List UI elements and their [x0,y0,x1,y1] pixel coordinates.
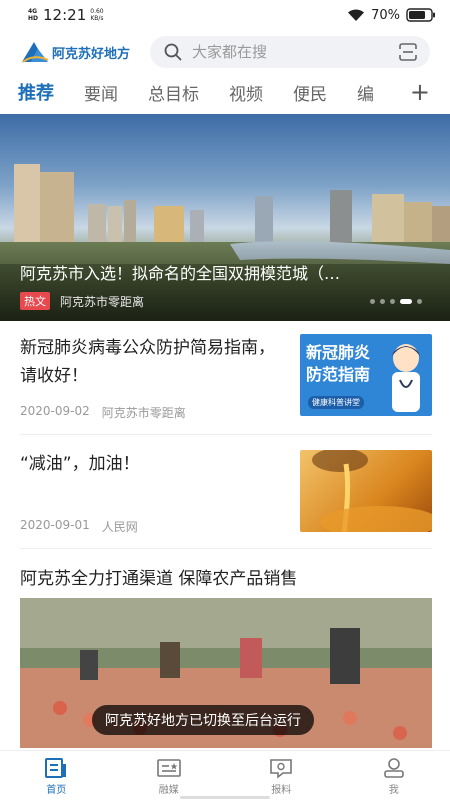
thumbnail-line-1: 新冠肺炎 [306,343,371,362]
carousel-dot[interactable] [417,299,422,304]
carousel-dots [370,299,422,304]
clock: 12:21 [43,6,87,24]
net-speed-unit: KB/s [90,15,104,22]
logo-mark-icon [22,42,49,63]
channel-tabs: 推荐 要闻 总目标 视频 便民 编 + [0,72,450,112]
tab-general-goals[interactable]: 总目标 [148,80,199,105]
thumbnail-text: 新冠肺炎 防范指南 [306,342,370,386]
hero-meta: 热文 阿克苏市零距离 [20,292,144,310]
logo-text: 阿克苏好地方 [52,46,131,62]
news-item[interactable]: 新冠肺炎病毒公众防护简易指南，请收好！ 2020-09-02 阿克苏市零距离 新… [20,334,432,424]
profile-icon [383,758,404,778]
report-icon [270,759,293,779]
net-speed-value: 0.60 [90,8,104,15]
hero-title[interactable]: 阿克苏市入选！拟命名的全国双拥模范城（… [20,260,430,284]
app-header: 阿克苏好地方 [0,34,450,70]
tab-partial[interactable]: 编 [357,80,374,105]
background-toast: 阿克苏好地方已切换至后台运行 [92,705,314,735]
nav-report[interactable]: 报料 [225,751,338,800]
carousel-dot[interactable] [380,299,385,304]
search-bar[interactable] [150,36,430,68]
divider [20,434,432,435]
nav-report-label: 报料 [271,785,292,796]
news-source: 人民网 [101,520,138,534]
nav-media-label: 融媒 [158,785,179,796]
news-source: 阿克苏市零距离 [101,406,186,420]
network-type: 4G [28,8,38,15]
nav-media[interactable]: 融媒 [113,751,226,800]
home-indicator[interactable] [180,796,270,799]
nav-profile[interactable]: 我 [338,751,450,800]
doctor-illustration [392,344,420,412]
app-logo[interactable]: 阿克苏好地方 [20,40,130,64]
wifi-icon [348,9,365,21]
carousel-dot-active[interactable] [400,299,412,304]
nav-home-label: 首页 [46,785,67,796]
scan-icon[interactable] [398,42,418,62]
battery-percent: 70% [371,7,400,23]
hero-banner[interactable]: 阿克苏市入选！拟命名的全国双拥模范城（… 热文 阿克苏市零距离 [0,114,450,321]
thumbnail-caption: 健康科普讲堂 [308,396,364,409]
status-bar: 4G HD 12:21 0.60 KB/s 70% [0,0,450,30]
battery-icon [406,8,435,22]
search-icon [164,43,182,61]
news-date: 2020-09-02 [20,404,90,418]
news-meta: 2020-09-02 阿克苏市零距离 [20,404,186,421]
app-screen: 4G HD 12:21 0.60 KB/s 70% 阿克苏好地方 大家都在搜 推… [0,0,450,800]
bottom-nav: 首页 融媒 报料 我 [0,750,450,800]
thumbnail-line-2: 防范指南 [306,365,371,384]
hot-tag: 热文 [20,292,50,310]
network-indicator: 4G HD [28,8,38,22]
network-sub: HD [28,15,39,22]
tab-services[interactable]: 便民 [293,80,327,105]
tab-recommend[interactable]: 推荐 [18,79,54,105]
net-speed: 0.60 KB/s [90,8,103,22]
news-title[interactable]: 新冠肺炎病毒公众防护简易指南，请收好！ [20,334,282,390]
media-icon [156,759,181,777]
oil-pour-illustration [312,450,432,532]
news-item[interactable]: “减油”，加油！ 2020-09-01 人民网 [20,450,432,540]
hero-source: 阿克苏市零距离 [60,294,145,309]
nav-profile-label: 我 [388,785,399,796]
tab-video[interactable]: 视频 [229,80,263,105]
home-icon [45,758,67,778]
news-thumbnail[interactable] [300,450,432,532]
carousel-dot[interactable] [390,299,395,304]
carousel-dot[interactable] [370,299,375,304]
video-news-title[interactable]: 阿克苏全力打通渠道 保障农产品销售 [20,564,297,589]
add-channel-icon[interactable]: + [410,80,430,104]
search-input[interactable] [192,43,398,61]
news-date: 2020-09-01 [20,518,90,532]
divider [20,548,432,549]
tab-headlines[interactable]: 要闻 [84,80,118,105]
news-meta: 2020-09-01 人民网 [20,518,138,535]
news-thumbnail[interactable]: 新冠肺炎 防范指南 健康科普讲堂 [300,334,432,416]
news-title[interactable]: “减油”，加油！ [20,450,282,478]
nav-home[interactable]: 首页 [0,751,113,800]
